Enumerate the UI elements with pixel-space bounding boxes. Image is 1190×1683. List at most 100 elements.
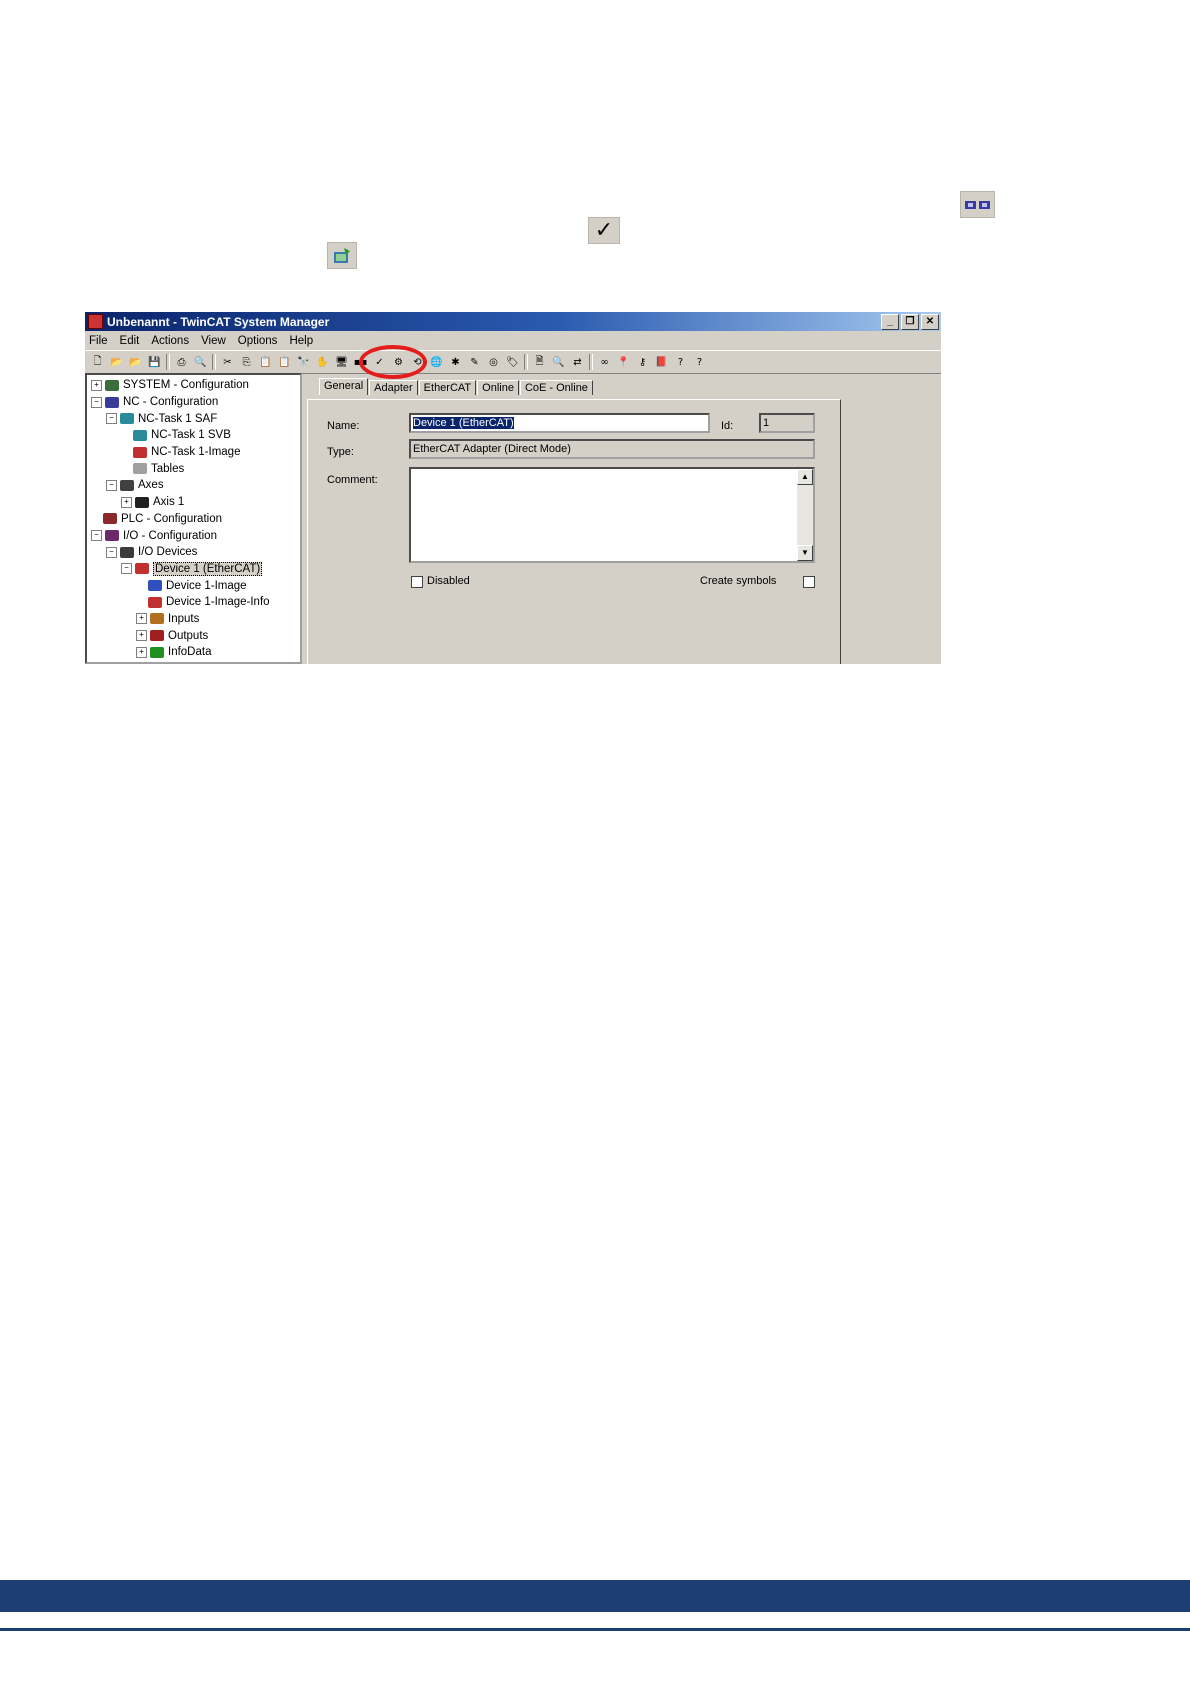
expand-toggle-icon[interactable]: + [91,379,102,391]
close-button[interactable]: ✕ [921,313,939,330]
tree-item-label: NC - Configuration [123,396,219,409]
paste-icon[interactable]: 📋 [258,355,273,370]
tab-adapter[interactable]: Adapter [369,380,418,395]
configuration-tree[interactable]: + SYSTEM - Configuration − NC - Configurati… [85,373,302,664]
restore-button[interactable]: ❐ [901,313,919,330]
tree-item[interactable]: − NC - Configuration [87,394,300,411]
tree-item[interactable]: + InfoData [87,644,300,661]
expand-toggle-icon[interactable]: − [91,530,102,542]
target-icon[interactable]: ◎ [486,355,501,370]
tree-item-label: I/O - Configuration [123,529,217,542]
tree-item[interactable]: NC-Task 1-Image [87,444,300,461]
tree-item[interactable]: + SYSTEM - Configuration [87,377,300,394]
tree-node-icon [105,379,119,391]
toolbar-separator [166,354,170,370]
expand-toggle-icon[interactable]: − [106,479,117,491]
hand-icon[interactable]: ✋ [315,355,330,370]
tag-icon[interactable]: 🏷 [505,355,520,370]
expand-toggle-icon[interactable]: + [121,496,132,508]
tree-item[interactable]: Device 1-Image [87,577,300,594]
tab-online[interactable]: Online [477,380,519,395]
tree-item[interactable]: Device 1-Image-Info [87,594,300,611]
book-icon[interactable]: 📕 [654,355,669,370]
zoom-icon[interactable]: 🔍 [551,355,566,370]
paste-link-icon[interactable]: 📋 [277,355,292,370]
globe-icon[interactable]: 🌐 [429,355,444,370]
tree-item-label: NC-Task 1 SVB [151,429,231,442]
menu-help[interactable]: Help [289,335,313,347]
pin-icon[interactable]: 📍 [616,355,631,370]
check-configuration-icon: ✓ [588,217,620,244]
document-icon[interactable]: 🗎 [532,355,547,370]
menu-edit[interactable]: Edit [120,335,140,347]
toolbar-separator [524,354,528,370]
name-value: Device 1 (EtherCAT) [413,417,514,429]
tab-ethercat[interactable]: EtherCAT [418,380,477,395]
help-book-icon[interactable]: ? [673,355,688,370]
toolbar-separator [589,354,593,370]
expand-toggle-icon[interactable]: − [106,413,117,425]
comment-scrollbar[interactable]: ▲ ▼ [797,469,813,561]
expand-toggle-icon[interactable]: − [91,396,102,408]
scroll-up-icon[interactable]: ▲ [797,469,813,485]
expand-toggle-icon[interactable]: + [136,630,147,642]
glasses-icon[interactable]: ∞ [597,355,612,370]
expand-toggle-icon[interactable]: − [121,563,132,575]
find-icon[interactable]: 🔭 [296,355,311,370]
cut-icon[interactable]: ✂ [220,355,235,370]
tree-node-icon [133,446,147,458]
context-help-icon[interactable]: ? [692,355,707,370]
toolbar: 🗋 📂 📂 💾 ⎙ 🔍 ✂ ⎘ 📋 📋 🔭 ✋ 🖥 ▪▪ ✓ ⚙ ⟲ 🌐 ✱ ✎… [85,345,941,379]
tree-item[interactable]: − Axes [87,477,300,494]
tree-item-label: InfoData [168,646,212,659]
expand-toggle-icon [136,581,145,590]
open-folder-icon[interactable]: 📂 [128,355,143,370]
key-icon[interactable]: ⚷ [635,355,650,370]
activate-configuration-icon [327,242,357,269]
comment-field[interactable]: ▲ ▼ [409,467,815,563]
menu-options[interactable]: Options [238,335,278,347]
tree-item[interactable]: + Axis 1 [87,494,300,511]
expand-toggle-icon[interactable]: + [136,646,147,658]
menu-actions[interactable]: Actions [151,335,189,347]
print-preview-icon[interactable]: 🔍 [193,355,208,370]
expand-toggle-icon [121,431,130,440]
tree-item-label: Device 1-Image-Info [166,596,270,609]
tree-node-icon [148,580,162,592]
create-symbols-checkbox[interactable] [803,576,815,588]
tree-item[interactable]: + Outputs [87,627,300,644]
footer-line [0,1628,1190,1631]
config-mode-icon [960,191,995,218]
tree-item[interactable]: + Inputs [87,611,300,628]
disabled-checkbox[interactable] [411,576,423,588]
minimize-button[interactable]: _ [881,313,899,330]
name-field[interactable]: Device 1 (EtherCAT) [409,413,710,433]
tree-item[interactable]: Tables [87,460,300,477]
tree-node-icon [120,546,134,558]
tree-node-icon [120,479,134,491]
tools-icon[interactable]: ✎ [467,355,482,370]
copy-icon[interactable]: ⎘ [239,355,254,370]
scroll-down-icon[interactable]: ▼ [797,545,813,561]
new-icon[interactable]: 🗋 [90,355,105,370]
menu-view[interactable]: View [201,335,226,347]
tab-coe-online[interactable]: CoE - Online [519,380,593,395]
tree-item[interactable]: − NC-Task 1 SAF [87,410,300,427]
tree-item[interactable]: − Device 1 (EtherCAT) [87,561,300,578]
tree-item[interactable]: PLC - Configuration [87,511,300,528]
open-icon[interactable]: 📂 [109,355,124,370]
window-title: Unbenannt - TwinCAT System Manager [107,314,330,329]
save-icon[interactable]: 💾 [147,355,162,370]
scan-icon[interactable]: ✱ [448,355,463,370]
menu-file[interactable]: File [89,335,108,347]
tree-item[interactable]: − I/O Devices [87,544,300,561]
tab-general[interactable]: General [319,378,369,395]
expand-toggle-icon[interactable]: − [106,546,117,558]
monitor-icon[interactable]: 🖥 [334,355,349,370]
tree-item[interactable]: − I/O - Configuration [87,527,300,544]
tree-item[interactable]: NC-Task 1 SVB [87,427,300,444]
properties-pane: General Adapter EtherCAT Online CoE - On… [305,373,941,664]
expand-toggle-icon[interactable]: + [136,613,147,625]
arrow-icon[interactable]: ⇄ [570,355,585,370]
print-icon[interactable]: ⎙ [174,355,189,370]
